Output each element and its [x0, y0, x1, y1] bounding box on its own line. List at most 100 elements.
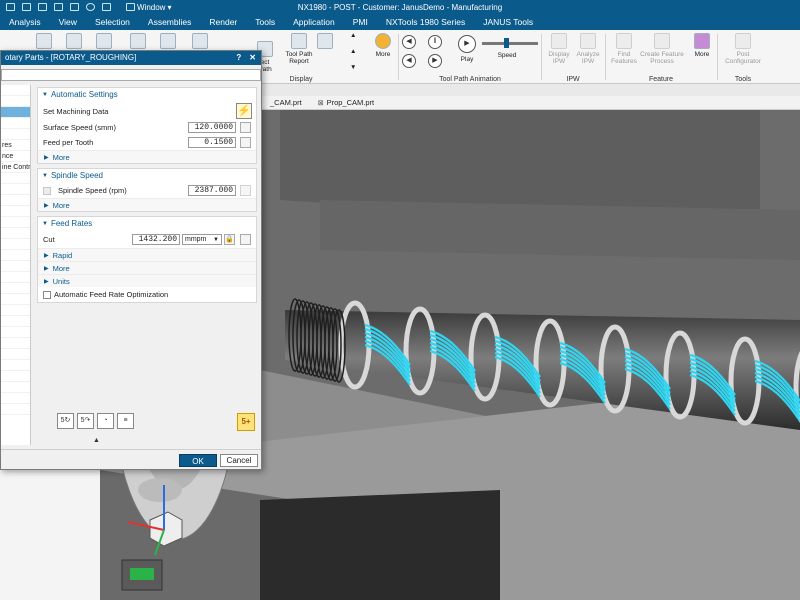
- post-configurator-button[interactable]: Post Configurator: [720, 33, 766, 65]
- pin-icon[interactable]: ⊠: [318, 99, 324, 107]
- tree-row[interactable]: [1, 173, 30, 184]
- create-feature-process-button[interactable]: Create Feature Process: [640, 33, 684, 65]
- speed-slider-thumb[interactable]: [504, 38, 509, 48]
- tree-row[interactable]: [1, 261, 30, 272]
- feature-more-button[interactable]: More: [690, 33, 714, 58]
- tree-row[interactable]: [1, 107, 30, 118]
- verify-icon[interactable]: ◔: [97, 413, 114, 429]
- auto-feed-opt-checkbox[interactable]: [43, 290, 51, 299]
- dialog-filter-field[interactable]: [1, 69, 261, 81]
- tree-row[interactable]: [1, 184, 30, 195]
- tree-row[interactable]: [1, 272, 30, 283]
- more-button[interactable]: More: [370, 33, 396, 58]
- feed-more-subsection[interactable]: ▶ More: [38, 261, 256, 274]
- close-icon[interactable]: ✕: [249, 51, 256, 65]
- spindle-speed-header[interactable]: ▼ Spindle Speed: [38, 169, 256, 183]
- redo-icon[interactable]: [38, 3, 47, 11]
- tree-row[interactable]: [1, 118, 30, 129]
- dialog-title-bar[interactable]: otary Parts - [ROTARY_ROUGHING] ? ✕: [1, 51, 261, 65]
- generate-icon[interactable]: 5↻: [57, 413, 74, 429]
- surface-speed-input[interactable]: 120.0000: [188, 122, 236, 133]
- cut-icon[interactable]: [54, 3, 63, 11]
- tree-row[interactable]: [1, 371, 30, 382]
- ribbon-op-icon-6[interactable]: [192, 33, 208, 51]
- ok-button[interactable]: OK: [179, 454, 217, 467]
- ribbon-op-icon-1[interactable]: [36, 33, 52, 51]
- repeat-command-icon[interactable]: [102, 3, 111, 11]
- tree-row[interactable]: [1, 316, 30, 327]
- menu-item-janus-tools[interactable]: JANUS Tools: [474, 14, 542, 30]
- tree-row[interactable]: nce: [1, 151, 30, 162]
- ribbon-op-icon-3[interactable]: [96, 33, 112, 51]
- feed-rates-header[interactable]: ▼ Feed Rates: [38, 217, 256, 231]
- display-ipw-button[interactable]: Display IPW: [545, 33, 573, 65]
- spindle-speed-input[interactable]: 2387.000: [188, 185, 236, 196]
- menu-item-selection[interactable]: Selection: [86, 14, 139, 30]
- menu-item-application[interactable]: Application: [284, 14, 344, 30]
- arrow-up-icon[interactable]: ▲: [350, 32, 356, 39]
- menu-item-tools[interactable]: Tools: [246, 14, 284, 30]
- menu-item-assemblies[interactable]: Assemblies: [139, 14, 200, 30]
- list-icon[interactable]: ≡: [117, 413, 134, 429]
- tool-path-report-button[interactable]: Tool Path Report: [282, 33, 316, 65]
- tree-row[interactable]: [1, 393, 30, 404]
- undo-icon[interactable]: [22, 3, 31, 11]
- spindle-speed-more[interactable]: ▶ More: [38, 198, 256, 211]
- rapid-subsection[interactable]: ▶ Rapid: [38, 248, 256, 261]
- ribbon-op-icon-5[interactable]: [160, 33, 176, 51]
- arrow-down-icon[interactable]: ▼: [350, 64, 356, 71]
- collapse-arrow-icon[interactable]: ▲: [93, 437, 100, 444]
- tree-row[interactable]: [1, 349, 30, 360]
- tree-row[interactable]: [1, 360, 30, 371]
- tree-row[interactable]: ine Contr: [1, 162, 30, 173]
- generate-toolpath-icon[interactable]: 5+: [237, 413, 255, 431]
- doc-tab[interactable]: _CAM.prt: [262, 96, 310, 110]
- save-icon[interactable]: [6, 3, 15, 11]
- tree-row[interactable]: [1, 85, 30, 96]
- rewind-icon[interactable]: ◀: [402, 54, 416, 68]
- cut-unit-select[interactable]: mmpm ▼: [182, 234, 222, 245]
- menu-item-pmi[interactable]: PMI: [344, 14, 377, 30]
- tree-row[interactable]: [1, 294, 30, 305]
- arrow-up-icon[interactable]: ▲: [350, 48, 356, 55]
- menu-item-analysis[interactable]: Analysis: [0, 14, 50, 30]
- menu-item-view[interactable]: View: [50, 14, 86, 30]
- tree-row[interactable]: [1, 250, 30, 261]
- replay-icon[interactable]: 5↷: [77, 413, 94, 429]
- menu-item-nxtools-1980-series[interactable]: NXTools 1980 Series: [377, 14, 474, 30]
- analyze-ipw-button[interactable]: Analyze IPW: [573, 33, 603, 65]
- ribbon-op-icon-4[interactable]: [130, 33, 146, 51]
- lightning-icon[interactable]: ⚡: [236, 103, 252, 119]
- automatic-settings-header[interactable]: ▼ Automatic Settings: [38, 88, 256, 102]
- tree-row[interactable]: [1, 327, 30, 338]
- calculator-icon[interactable]: [240, 185, 251, 196]
- automatic-settings-more[interactable]: ▶ More: [38, 150, 256, 163]
- lock-icon[interactable]: 🔒: [224, 234, 235, 245]
- window-menu[interactable]: Window ▾: [126, 3, 171, 12]
- step-back-icon[interactable]: ◀: [402, 35, 416, 49]
- units-subsection[interactable]: ▶ Units: [38, 274, 256, 287]
- tree-row[interactable]: [1, 96, 30, 107]
- calculator-icon[interactable]: [240, 137, 251, 148]
- menu-item-render[interactable]: Render: [200, 14, 246, 30]
- copy-icon[interactable]: [70, 3, 79, 11]
- display-tool-icon[interactable]: [317, 33, 333, 51]
- find-features-button[interactable]: Find Features: [608, 33, 640, 65]
- tree-row[interactable]: [1, 195, 30, 206]
- spindle-speed-checkbox[interactable]: [43, 186, 51, 195]
- tree-row[interactable]: [1, 338, 30, 349]
- ribbon-op-icon-2[interactable]: [66, 33, 82, 51]
- fast-forward-icon[interactable]: ▶: [428, 54, 442, 68]
- tree-row[interactable]: [1, 283, 30, 294]
- microphone-icon[interactable]: [86, 3, 95, 11]
- tree-row[interactable]: [1, 129, 30, 140]
- play-icon[interactable]: ▶: [458, 35, 476, 53]
- doc-tab[interactable]: ⊠ Prop_CAM.prt: [310, 96, 382, 110]
- view-cube[interactable]: [121, 559, 163, 591]
- pause-icon[interactable]: ‖: [428, 35, 442, 49]
- cut-feed-input[interactable]: 1432.200: [132, 234, 180, 245]
- calculator-icon[interactable]: [240, 122, 251, 133]
- tree-row[interactable]: [1, 382, 30, 393]
- tree-row[interactable]: [1, 217, 30, 228]
- calculator-icon[interactable]: [240, 234, 251, 245]
